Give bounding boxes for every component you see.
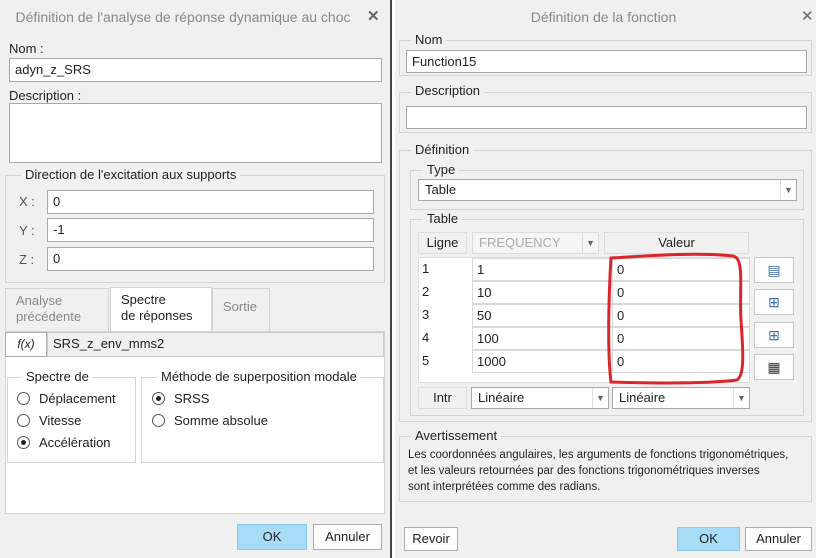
radio-deplacement-label: Déplacement bbox=[39, 391, 116, 406]
warning-line-2: et les valeurs retournées par des foncti… bbox=[408, 465, 760, 477]
chevron-down-icon: ▼ bbox=[780, 180, 796, 200]
radio-acceleration-label: Accélération bbox=[39, 435, 111, 450]
warning-line-3: sont interprétées comme des radians. bbox=[408, 481, 601, 493]
table-cell-frequency[interactable]: 100 bbox=[472, 327, 613, 350]
table-row-number: 5 bbox=[422, 353, 430, 368]
dialog-title: Définition de la fonction bbox=[530, 9, 677, 25]
tab-analyse-precedente[interactable]: Analyse précédente bbox=[5, 288, 109, 332]
name-input[interactable]: adyn_z_SRS bbox=[9, 58, 382, 82]
z-input[interactable]: 0 bbox=[47, 247, 374, 271]
ok-button[interactable]: OK bbox=[677, 527, 740, 551]
table-legend: Table bbox=[423, 212, 463, 226]
function-dialog: Définition de la fonction ✕ Nom Function… bbox=[395, 0, 816, 558]
interpolation-select-1[interactable]: Linéaire ▼ bbox=[471, 387, 609, 409]
function-button[interactable]: f(x) bbox=[5, 332, 47, 357]
insert-row-after-icon[interactable]: ⊞ bbox=[754, 322, 794, 348]
chevron-down-icon: ▼ bbox=[592, 388, 608, 408]
description-legend: Description bbox=[411, 84, 485, 98]
revoir-button[interactable]: Revoir bbox=[404, 527, 458, 551]
close-icon[interactable]: ✕ bbox=[367, 0, 380, 34]
shock-analysis-dialog: Définition de l'analyse de réponse dynam… bbox=[0, 0, 390, 558]
header-ligne[interactable]: Ligne bbox=[418, 232, 467, 254]
radio-vitesse[interactable] bbox=[17, 414, 30, 427]
radio-srss-label: SRSS bbox=[174, 391, 210, 406]
definition-legend: Définition bbox=[411, 143, 474, 157]
spectre-legend: Spectre de bbox=[22, 370, 93, 384]
type-legend: Type bbox=[423, 163, 460, 177]
radio-acceleration[interactable] bbox=[17, 436, 30, 449]
chevron-down-icon: ▼ bbox=[733, 388, 749, 408]
cancel-button[interactable]: Annuler bbox=[313, 524, 382, 550]
header-frequency-select[interactable]: FREQUENCY ▼ bbox=[472, 232, 599, 254]
x-input[interactable]: 0 bbox=[47, 190, 374, 214]
interp1-value: Linéaire bbox=[478, 390, 525, 405]
chevron-down-icon: ▼ bbox=[582, 233, 598, 253]
table-row-number: 4 bbox=[422, 330, 430, 345]
name-label: Nom : bbox=[9, 41, 44, 56]
description-input[interactable] bbox=[406, 106, 807, 129]
radio-deplacement[interactable] bbox=[17, 392, 30, 405]
z-label: Z : bbox=[19, 252, 35, 267]
table-cell-frequency[interactable]: 1 bbox=[472, 258, 613, 281]
radio-somme-absolue[interactable] bbox=[152, 414, 165, 427]
description-label: Description : bbox=[9, 88, 82, 103]
y-label: Y : bbox=[19, 223, 35, 238]
type-value: Table bbox=[425, 182, 457, 197]
x-label: X : bbox=[19, 194, 35, 209]
table-cell-frequency[interactable]: 50 bbox=[472, 304, 613, 327]
description-input[interactable] bbox=[9, 103, 382, 163]
intr-button[interactable]: Intr bbox=[418, 387, 467, 409]
close-icon[interactable]: ✕ bbox=[801, 0, 814, 34]
red-annotation-loop bbox=[607, 252, 745, 385]
methode-legend: Méthode de superposition modale bbox=[157, 370, 361, 384]
interpolation-select-2[interactable]: Linéaire ▼ bbox=[612, 387, 750, 409]
table-row-number: 3 bbox=[422, 307, 430, 322]
tab-spectre-de-reponses[interactable]: Spectre de réponses bbox=[110, 287, 212, 332]
cancel-button[interactable]: Annuler bbox=[745, 527, 812, 551]
radio-srss[interactable] bbox=[152, 392, 165, 405]
name-legend: Nom bbox=[411, 33, 447, 47]
radio-vitesse-label: Vitesse bbox=[39, 413, 82, 428]
import-table-icon[interactable]: ▤ bbox=[754, 257, 794, 283]
direction-legend: Direction de l'excitation aux supports bbox=[21, 168, 241, 182]
warning-line-1: Les coordonnées angulaires, les argument… bbox=[408, 449, 789, 461]
function-input[interactable]: SRS_z_env_mms2 bbox=[47, 332, 384, 357]
y-input[interactable]: -1 bbox=[47, 218, 374, 242]
radio-somme-absolue-label: Somme absolue bbox=[174, 413, 268, 428]
interp2-value: Linéaire bbox=[619, 390, 666, 405]
insert-row-before-icon[interactable]: ⊞ bbox=[754, 289, 794, 315]
table-row-number: 1 bbox=[422, 261, 430, 276]
dialog-title: Définition de l'analyse de réponse dynam… bbox=[15, 9, 351, 25]
table-row-number: 2 bbox=[422, 284, 430, 299]
warning-legend: Avertissement bbox=[411, 429, 502, 443]
table-cell-frequency[interactable]: 1000 bbox=[472, 350, 613, 373]
type-select[interactable]: Table ▼ bbox=[418, 179, 797, 201]
table-cell-frequency[interactable]: 10 bbox=[472, 281, 613, 304]
name-input[interactable]: Function15 bbox=[406, 50, 807, 73]
delete-rows-icon[interactable]: ▦ bbox=[754, 354, 794, 380]
ok-button[interactable]: OK bbox=[237, 524, 307, 550]
tab-sortie[interactable]: Sortie bbox=[212, 288, 270, 332]
frequency-label: FREQUENCY bbox=[479, 235, 561, 250]
